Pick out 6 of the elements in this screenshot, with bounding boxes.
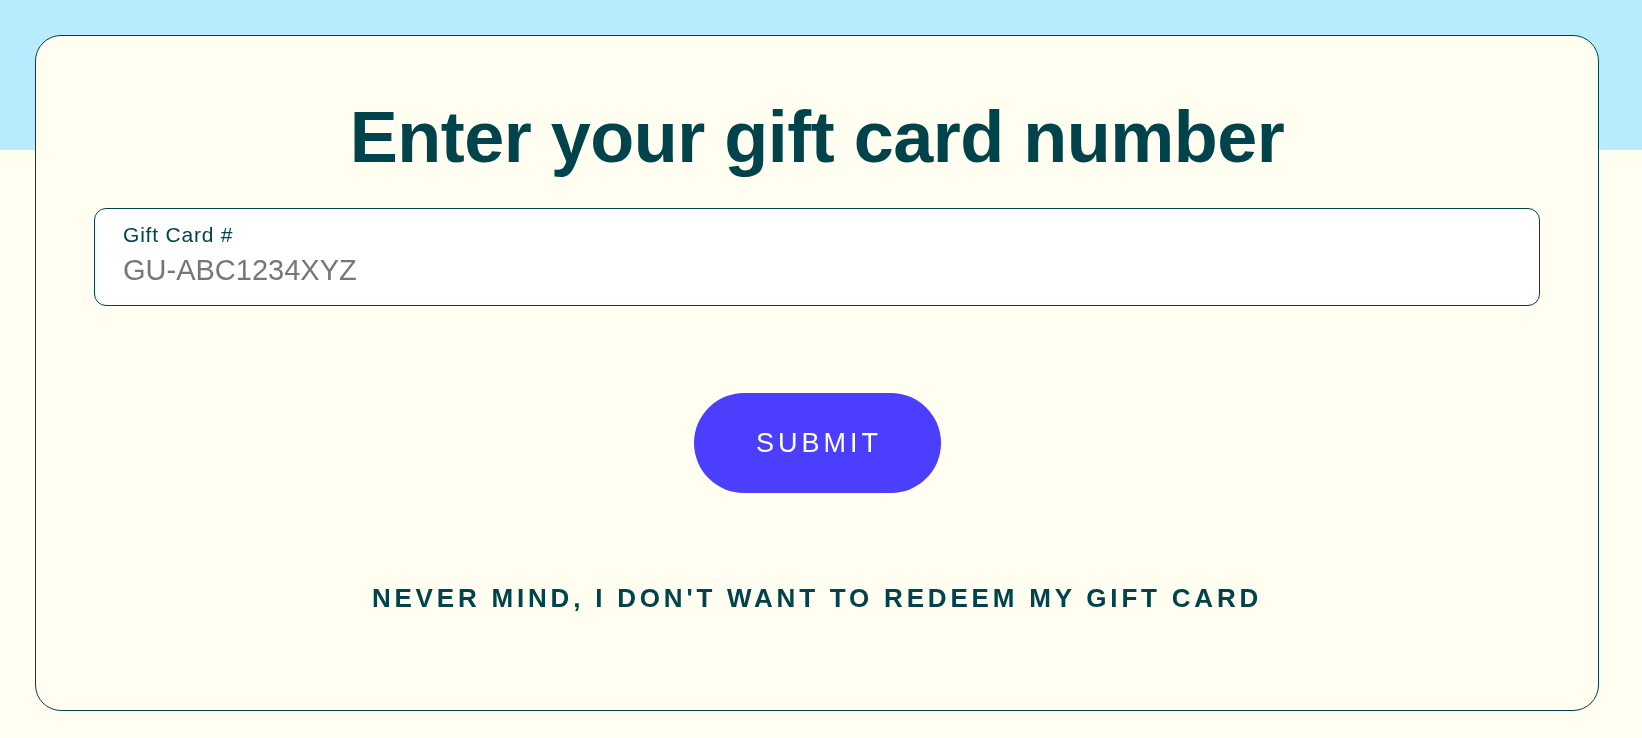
text-input[interactable]: GU-ABC1234XYZ [123, 251, 1511, 289]
submit-button[interactable]: SUBMIT [693, 393, 941, 493]
cancel-link[interactable]: NEVER MIND, I DON'T WANT TO REDEEM MY GIFT CARD [371, 583, 1263, 613]
field-label: Gift Card # [123, 223, 234, 247]
page-title: Enter your gift card number [349, 96, 1285, 179]
input-field[interactable]: Gift Card # GU-ABC1234XYZ [94, 208, 1540, 306]
